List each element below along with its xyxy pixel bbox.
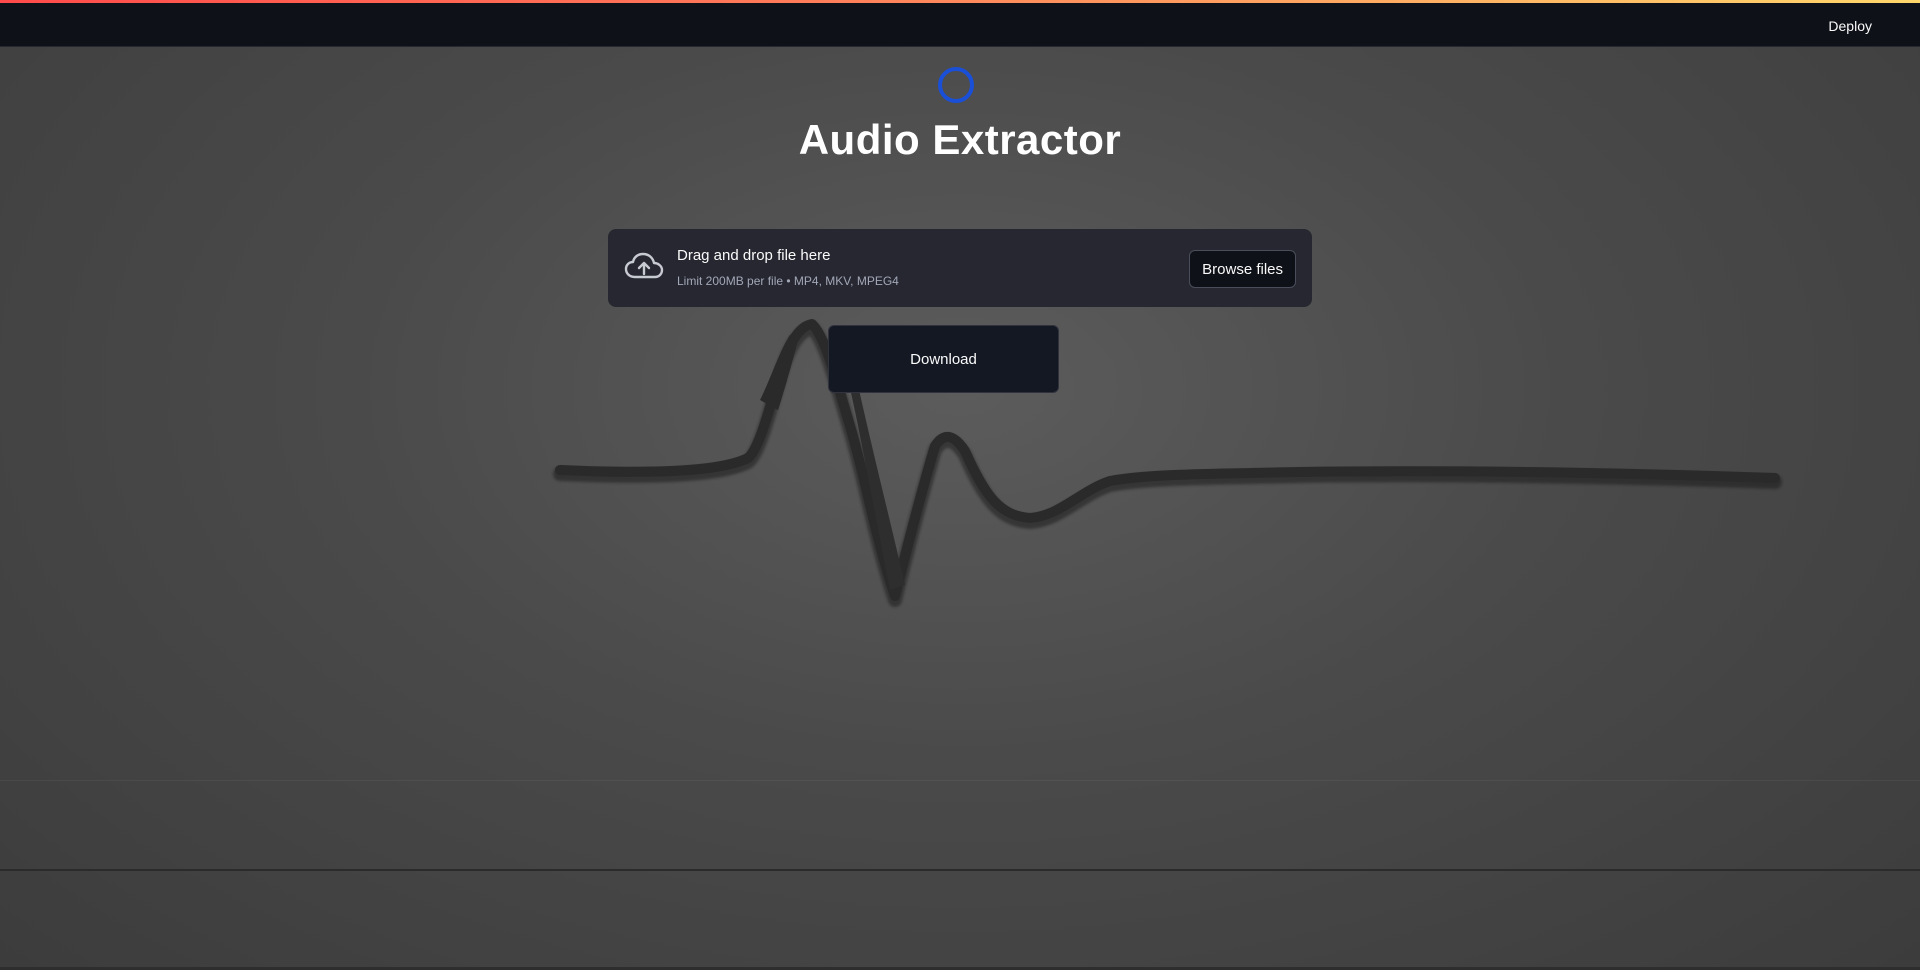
deploy-button[interactable]: Deploy <box>1818 13 1882 39</box>
app-header: Deploy <box>0 3 1920 47</box>
divider <box>0 780 1920 781</box>
browse-files-button[interactable]: Browse files <box>1189 250 1296 288</box>
file-limit-text: Limit 200MB per file • MP4, MKV, MPEG4 <box>677 274 899 288</box>
dropzone-instructions: Drag and drop file here <box>677 247 831 264</box>
file-uploader-dropzone[interactable]: Drag and drop file here Limit 200MB per … <box>608 229 1312 307</box>
loading-spinner <box>938 67 974 103</box>
download-button[interactable]: Download <box>828 325 1059 393</box>
cloud-upload-icon <box>624 252 664 279</box>
divider <box>0 869 1920 871</box>
page-title: Audio Extractor <box>798 116 1122 163</box>
